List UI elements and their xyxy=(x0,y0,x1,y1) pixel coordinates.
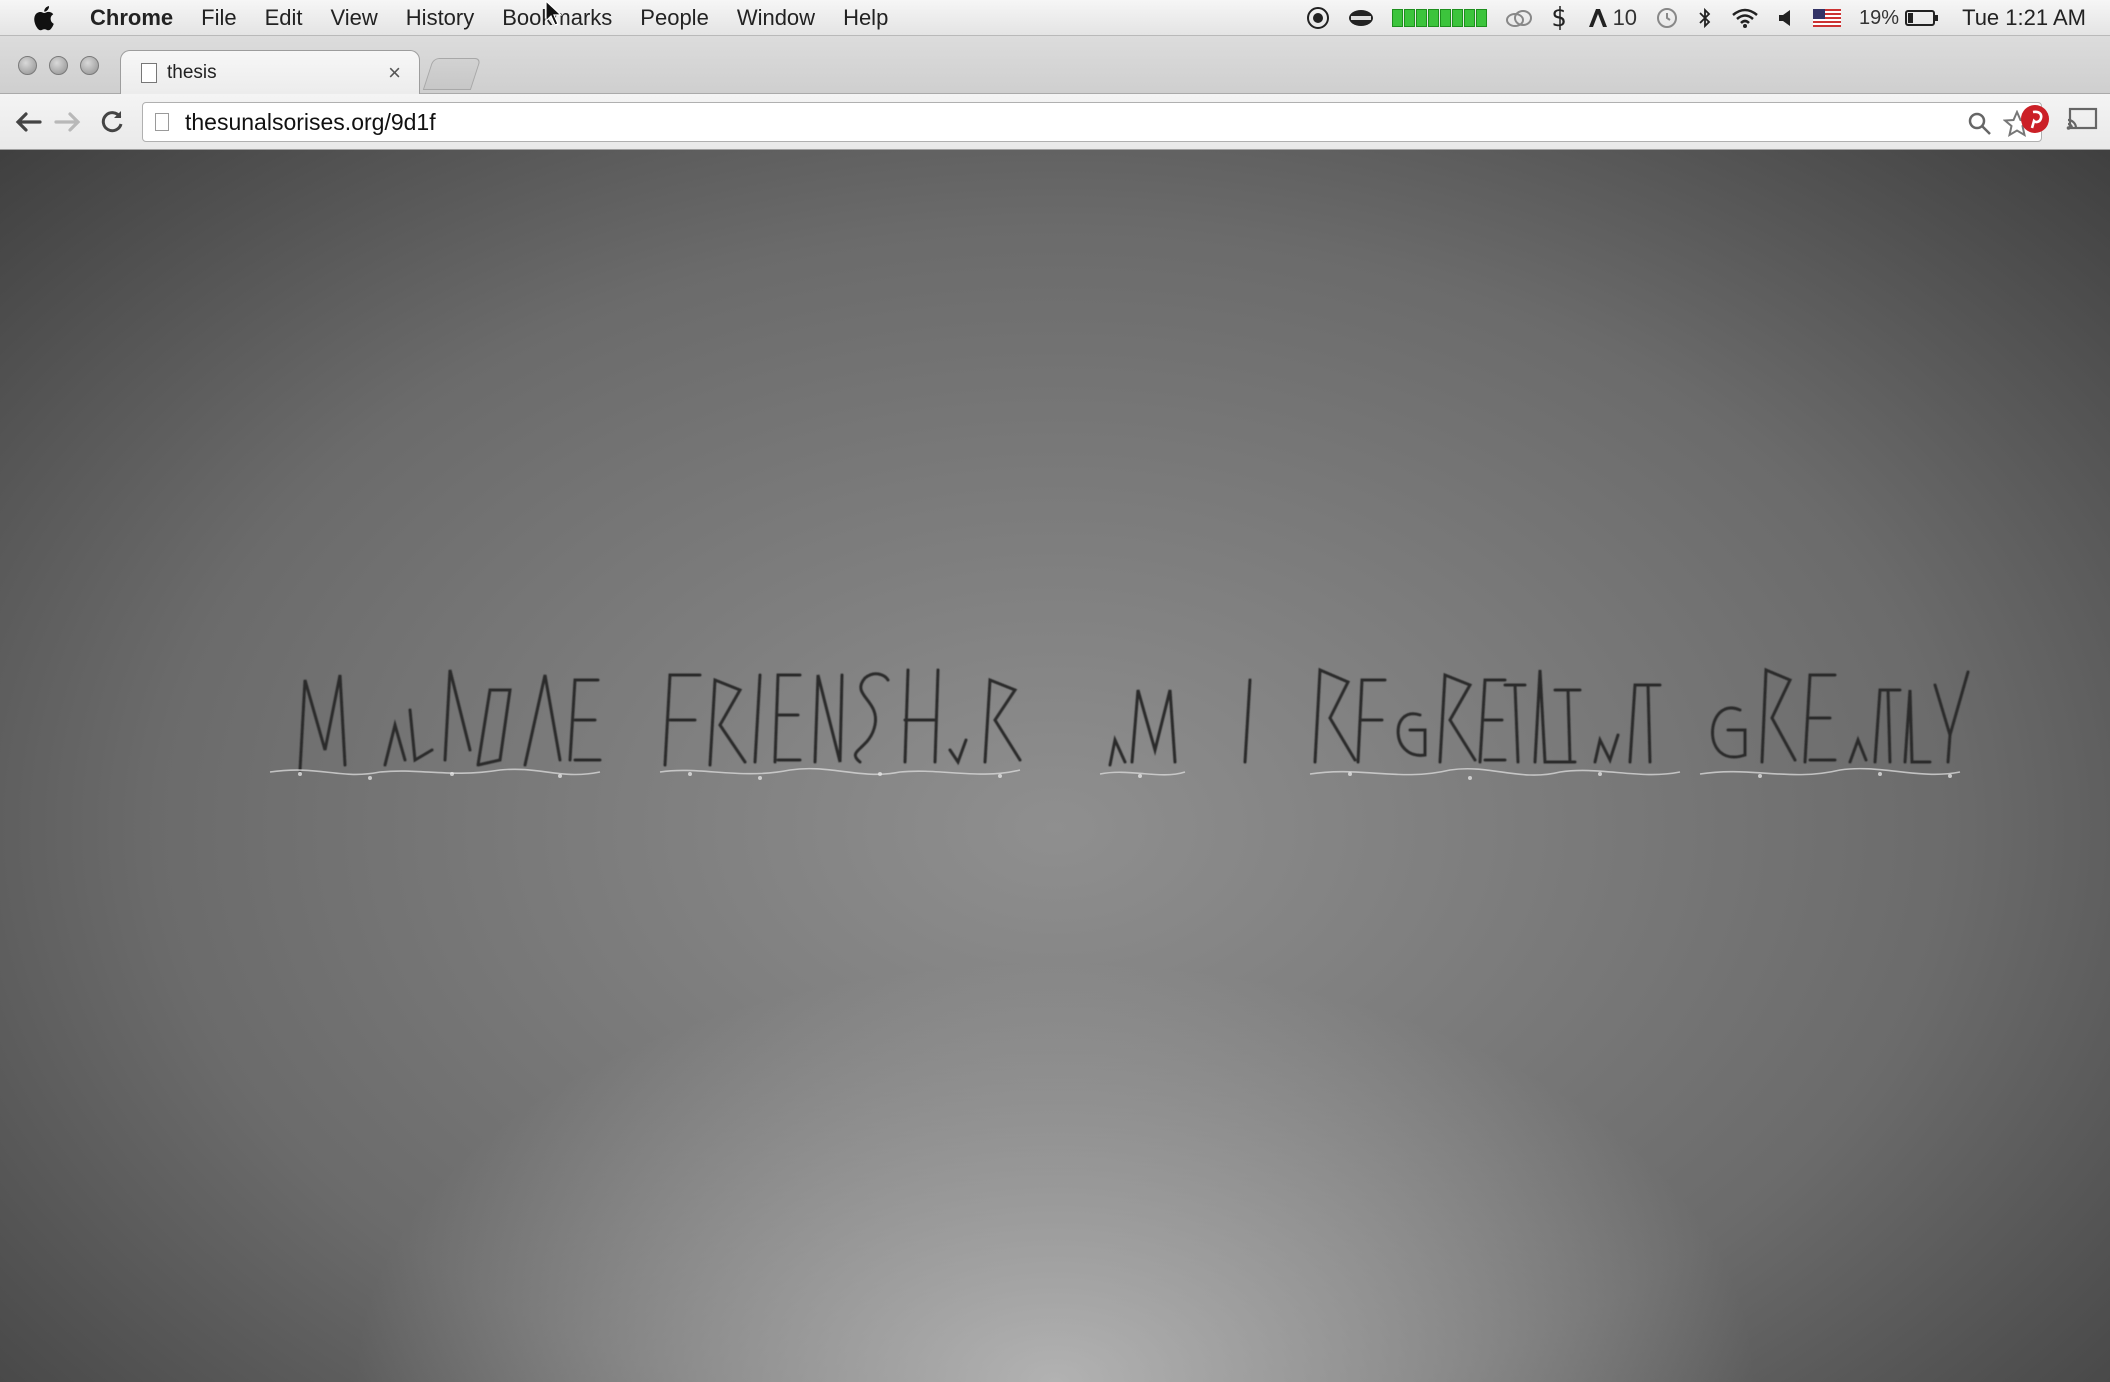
menu-people[interactable]: People xyxy=(640,5,709,31)
wifi-icon[interactable] xyxy=(1731,7,1759,29)
url-text[interactable]: thesunalsorises.org/9d1f xyxy=(185,109,436,136)
app-menu-chrome[interactable]: Chrome xyxy=(90,5,173,31)
battery-meter-icon[interactable] xyxy=(1391,9,1487,27)
mac-menu-bar: Chrome File Edit View History Bookmarks … xyxy=(0,0,2110,36)
cloud-sync-icon[interactable] xyxy=(1505,8,1533,28)
reload-button[interactable] xyxy=(96,106,128,138)
menu-help[interactable]: Help xyxy=(843,5,888,31)
back-button[interactable] xyxy=(12,106,44,138)
bluetooth-icon[interactable] xyxy=(1697,6,1713,30)
battery-percent: 19% xyxy=(1859,6,1900,29)
apple-icon[interactable] xyxy=(30,3,60,33)
pinterest-icon[interactable] xyxy=(2020,104,2050,134)
search-icon[interactable] xyxy=(1967,111,1993,137)
cast-icon[interactable] xyxy=(2066,106,2098,132)
dollar-icon[interactable]: S xyxy=(1551,5,1569,31)
adobe-icon xyxy=(1588,9,1607,27)
volume-icon[interactable] xyxy=(1777,7,1795,29)
forward-button[interactable] xyxy=(52,106,84,138)
menu-view[interactable]: View xyxy=(331,5,378,31)
back-arrow-icon xyxy=(15,112,42,132)
tab-title: thesis xyxy=(167,61,217,83)
notification-count: 10 xyxy=(1612,5,1638,30)
page-icon xyxy=(155,113,169,131)
extension-area xyxy=(2020,104,2098,134)
new-tab-button[interactable] xyxy=(422,58,482,90)
menu-window[interactable]: Window xyxy=(737,5,815,31)
zoom-window-button[interactable] xyxy=(80,56,99,75)
minimize-window-button[interactable] xyxy=(49,56,68,75)
page-icon xyxy=(141,62,157,83)
browser-toolbar: thesunalsorises.org/9d1f xyxy=(0,94,2110,150)
handwritten-artwork xyxy=(269,667,1970,780)
mouse-cursor-icon xyxy=(545,0,563,26)
us-flag-icon[interactable] xyxy=(1813,9,1842,27)
menu-left: Chrome File Edit View History Bookmarks … xyxy=(0,0,902,35)
close-window-button[interactable] xyxy=(18,56,37,75)
record-icon[interactable] xyxy=(1306,6,1330,30)
menu-file[interactable]: File xyxy=(201,5,236,31)
eye-icon[interactable] xyxy=(1348,7,1374,29)
reload-icon xyxy=(101,111,123,133)
window-controls xyxy=(18,56,99,75)
forward-arrow-icon xyxy=(54,112,81,132)
menu-history[interactable]: History xyxy=(406,5,474,31)
tab-close-icon[interactable]: × xyxy=(388,60,401,86)
time-machine-icon[interactable] xyxy=(1655,6,1679,30)
menubar-clock[interactable]: Tue 1:21 AM xyxy=(1962,5,2086,31)
browser-tab-strip: thesis × xyxy=(0,36,2110,94)
svg-text:S: S xyxy=(1552,7,1566,31)
menu-extras: S 10 19% Tue 1:21 AM xyxy=(1297,0,2110,36)
adobe-notification[interactable]: 10 xyxy=(1587,5,1637,31)
tab-thesis[interactable]: thesis × xyxy=(120,50,420,94)
address-bar[interactable]: thesunalsorises.org/9d1f xyxy=(142,102,2042,142)
menu-edit[interactable]: Edit xyxy=(265,5,303,31)
battery-status[interactable]: 19% xyxy=(1859,7,1939,30)
battery-icon xyxy=(1905,10,1939,26)
page-viewport xyxy=(0,150,2110,1382)
